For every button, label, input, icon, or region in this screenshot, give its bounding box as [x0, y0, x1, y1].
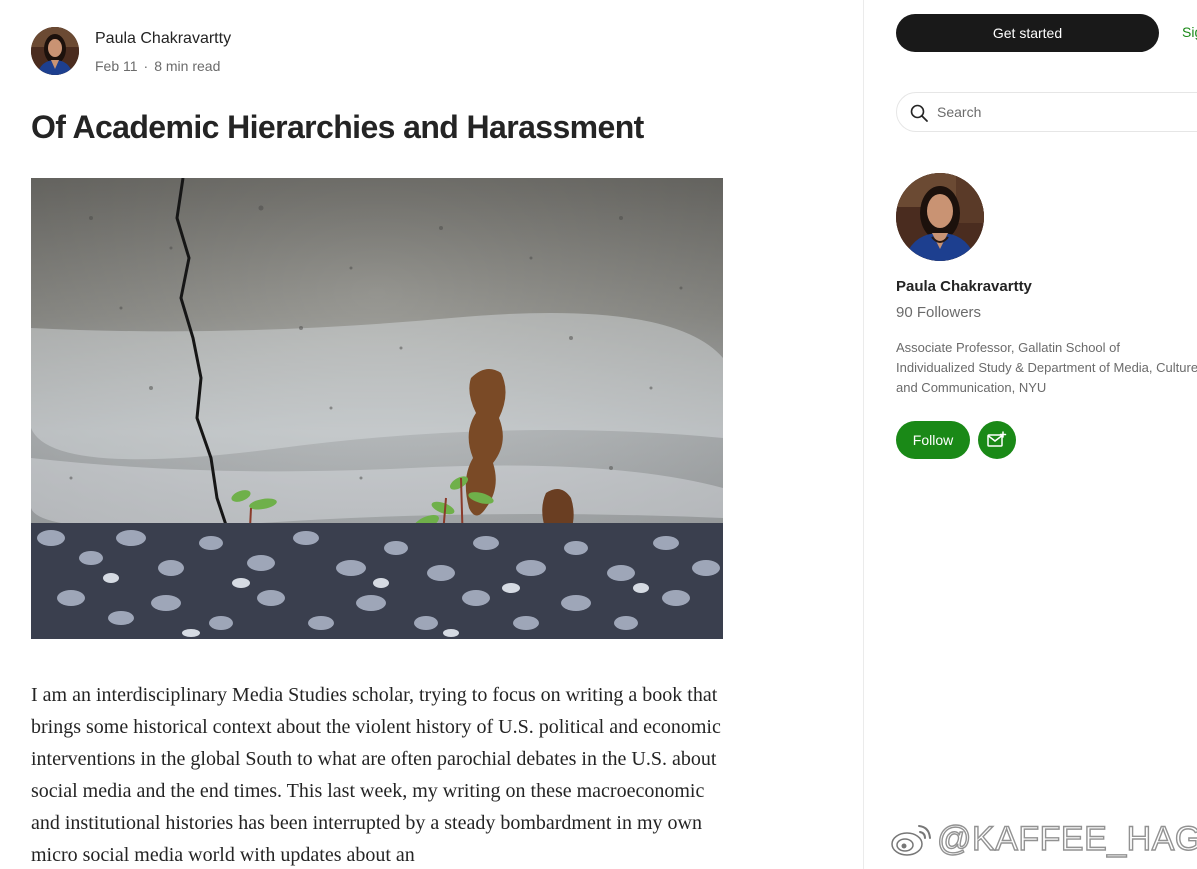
follower-count[interactable]: 90 Followers — [896, 304, 981, 321]
article-body-paragraph: I am an interdisciplinary Media Studies … — [31, 684, 721, 866]
profile-avatar-image — [896, 173, 984, 261]
author-name[interactable]: Paula Chakravartty — [95, 30, 231, 48]
mail-plus-icon — [987, 431, 1007, 447]
meta-separator: · — [143, 58, 149, 74]
article-column: Paula Chakravartty Feb 11 · 8 min read Of … — [0, 0, 863, 869]
profile-avatar[interactable] — [896, 173, 984, 261]
search-icon — [910, 104, 928, 122]
publish-date: Feb 11 — [95, 58, 138, 74]
search-input[interactable] — [937, 102, 1197, 122]
follow-button[interactable]: Follow — [896, 421, 970, 459]
profile-name[interactable]: Paula Chakravartty — [896, 278, 1032, 295]
weibo-icon — [891, 825, 931, 856]
article-title: Of Academic Hierarchies and Harassment — [31, 109, 644, 145]
author-avatar[interactable] — [31, 27, 79, 75]
hero-image — [31, 178, 723, 639]
search-box — [896, 92, 1197, 132]
subscribe-button[interactable] — [978, 421, 1016, 459]
get-started-button[interactable]: Get started — [896, 14, 1159, 52]
hero-image-graphic — [31, 178, 723, 639]
watermark-text: @KAFFEE_HAG — [936, 819, 1197, 858]
author-avatar-image — [31, 27, 79, 75]
article-meta: Feb 11 · 8 min read — [95, 58, 220, 74]
profile-bio: Associate Professor, Gallatin School of … — [896, 340, 1197, 395]
read-time: 8 min read — [154, 58, 221, 74]
sign-in-link[interactable]: Sign in — [1182, 24, 1197, 40]
sidebar: Get started Sign in Paula Chakravartty 9… — [864, 0, 1197, 869]
